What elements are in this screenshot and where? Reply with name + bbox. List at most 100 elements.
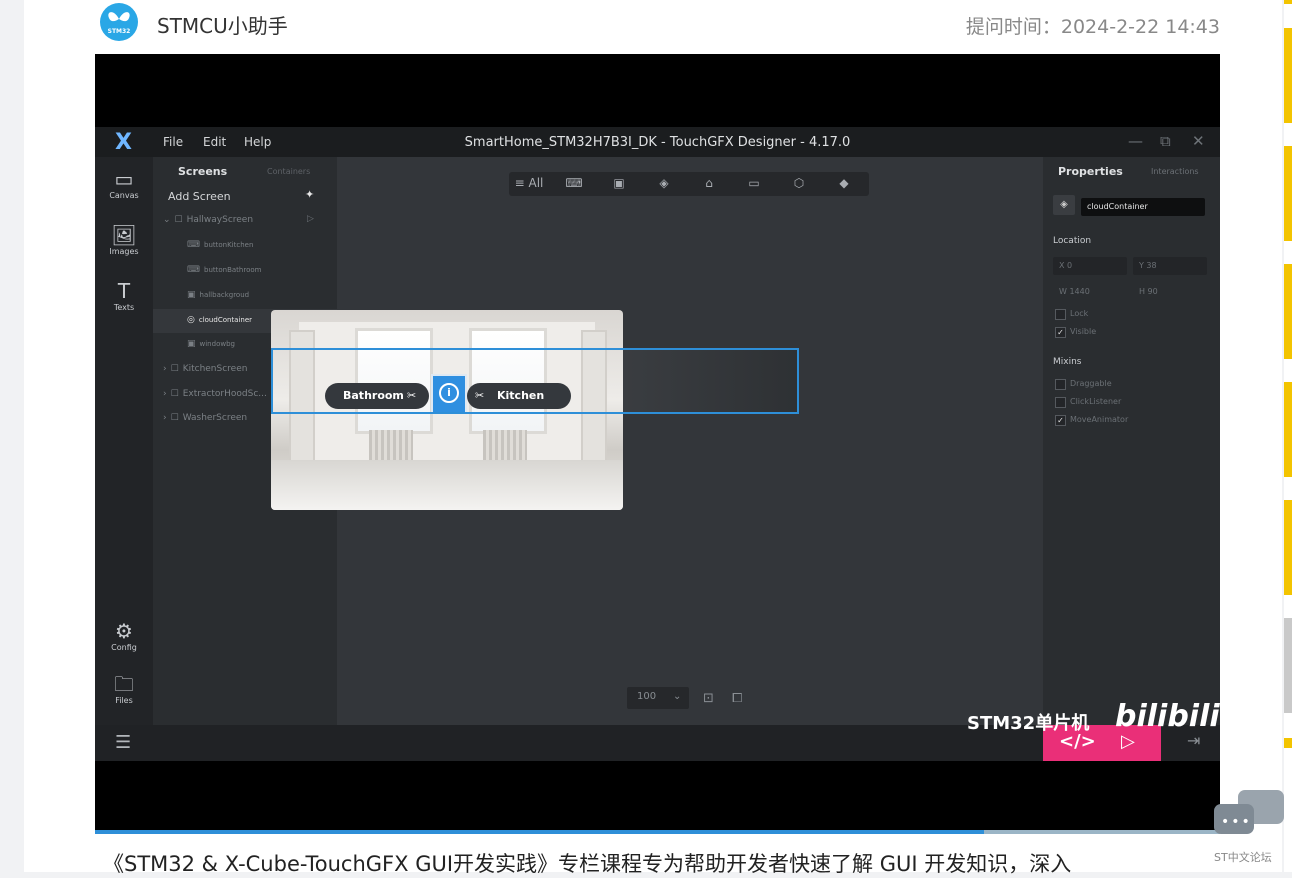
layers-widget-icon[interactable]: ◆ <box>824 176 864 190</box>
sidebar-strip <box>1284 738 1292 748</box>
image-icon: ▣ <box>187 339 196 349</box>
video-progress-bar[interactable] <box>95 830 1220 834</box>
x-field[interactable]: X 0 <box>1053 257 1127 275</box>
ellipsis-icon: ••• <box>1221 814 1252 830</box>
image-icon: ▣ <box>187 290 196 300</box>
draggable-label: Draggable <box>1070 379 1112 388</box>
mixins-label: Mixins <box>1053 357 1082 367</box>
st-forum-widget[interactable]: ••• ST中文论坛 <box>1212 788 1288 868</box>
touchgfx-window: X File Edit Help SmartHome_STM32H7B3I_DK… <box>95 127 1220 761</box>
radiator-right <box>483 430 527 460</box>
avatar-text: STM32 <box>107 28 131 35</box>
screen-icon: ☐ <box>170 364 179 374</box>
tree-label: WasherScreen <box>182 413 248 423</box>
name-field[interactable]: cloudContainer <box>1081 198 1205 216</box>
tree-item-buttonkitchen[interactable]: ⌨ buttonKitchen <box>187 240 253 250</box>
window-title: SmartHome_STM32H7B3I_DK - TouchGFX Desig… <box>464 135 851 150</box>
rail-files[interactable]: 🗀 Files <box>95 672 153 705</box>
tab-properties[interactable]: Properties <box>1058 165 1123 178</box>
height-field[interactable]: H 90 <box>1139 287 1158 296</box>
tree-item-hallwayscreen[interactable]: ⌄ ☐ HallwayScreen <box>163 215 253 225</box>
tree-label: cloudContainer <box>198 316 253 324</box>
tree-label: buttonKitchen <box>204 241 254 249</box>
tree-label: HallwayScreen <box>186 215 254 225</box>
sidebar-strip <box>1284 28 1292 123</box>
image-widget-icon[interactable]: ▣ <box>599 176 639 190</box>
button-widget-icon[interactable]: ⌨ <box>554 176 594 190</box>
y-field[interactable]: Y 38 <box>1133 257 1207 275</box>
caret-right-icon: › <box>163 413 167 423</box>
sidebar-strip <box>1284 0 1292 4</box>
selection-box[interactable] <box>271 348 799 414</box>
tree-label: ExtractorHoodSc... <box>182 389 267 399</box>
moveanimator-checkbox[interactable]: ✓ <box>1055 415 1066 426</box>
caret-right-icon: › <box>163 364 167 374</box>
tree-item-buttonbathroom[interactable]: ⌨ buttonBathroom <box>187 265 261 275</box>
text-widget-icon[interactable]: ▭ <box>734 176 774 190</box>
rail-label: Config <box>111 643 137 652</box>
add-screen-icon[interactable]: ✦ <box>305 188 314 201</box>
progress-fill <box>95 830 984 834</box>
tab-containers[interactable]: Containers <box>267 167 310 176</box>
rail-config[interactable]: ⚙ Config <box>95 619 153 652</box>
screen-icon: ☐ <box>170 389 179 399</box>
close-icon[interactable]: ✕ <box>1192 132 1205 150</box>
sidebar-strip <box>1284 146 1292 241</box>
rail-images[interactable]: 🖼 Images <box>95 223 153 256</box>
menu-icon[interactable]: ☰ <box>115 732 131 753</box>
author-name[interactable]: STMCU小助手 <box>157 10 288 39</box>
rail-canvas[interactable]: ▭ Canvas <box>95 167 153 200</box>
butterfly-logo-icon <box>108 12 130 22</box>
tree-item-cloudcontainer[interactable]: ◎ cloudContainer <box>187 315 252 325</box>
tree-label: windowbg <box>199 340 235 348</box>
sidebar-strip <box>1284 264 1292 359</box>
tab-screens[interactable]: Screens <box>178 165 227 178</box>
add-screen-label[interactable]: Add Screen <box>168 190 231 203</box>
zoom-select[interactable]: 100 ⌄ <box>627 687 689 709</box>
clicklistener-checkbox[interactable] <box>1055 397 1066 408</box>
image-icon: 🖼 <box>111 223 137 247</box>
rail-texts[interactable]: T Texts <box>95 279 153 312</box>
tree-label: buttonBathroom <box>204 266 262 274</box>
button-icon: ⌨ <box>187 240 200 250</box>
video-player[interactable]: X File Edit Help SmartHome_STM32H7B3I_DK… <box>95 54 1220 832</box>
tree-item-hallbackground[interactable]: ▣ hallbackgroud <box>187 290 249 300</box>
lock-checkbox[interactable] <box>1055 309 1066 320</box>
fit-screen-icon[interactable]: ⊡ <box>703 691 714 706</box>
tree-label: hallbackgroud <box>199 291 250 299</box>
tree-item-extractorhoodscreen[interactable]: › ☐ ExtractorHoodSc... <box>163 389 267 399</box>
post-description: 《STM32 & X-Cube-TouchGFX GUI开发实践》专栏课程专为帮… <box>103 852 1072 876</box>
container-widget-icon[interactable]: ◈ <box>644 176 684 190</box>
screen-icon: ☐ <box>174 215 183 225</box>
lock-label: Lock <box>1070 309 1089 318</box>
forum-label: ST中文论坛 <box>1214 851 1272 864</box>
tree-item-windowbg[interactable]: ▣ windowbg <box>187 339 235 349</box>
tree-label: KitchenScreen <box>182 364 248 374</box>
tree-item-kitchenscreen[interactable]: › ☐ KitchenScreen <box>163 364 247 374</box>
visible-checkbox[interactable]: ✓ <box>1055 327 1066 338</box>
maximize-icon[interactable]: ⧉ <box>1160 132 1171 150</box>
folder-icon: 🗀 <box>114 672 134 696</box>
radiator-left <box>369 430 413 460</box>
sidebar-strip <box>1284 382 1292 477</box>
channel-watermark: STM32单片机 <box>967 713 1090 734</box>
cube-widget-icon[interactable]: ⬡ <box>779 176 819 190</box>
minimize-icon[interactable]: — <box>1128 132 1143 150</box>
play-icon[interactable]: ▷ <box>307 214 314 224</box>
width-field[interactable]: W 1440 <box>1059 287 1090 296</box>
tree-item-washerscreen[interactable]: › ☐ WasherScreen <box>163 413 247 423</box>
tab-interactions[interactable]: Interactions <box>1151 167 1199 176</box>
crop-icon[interactable]: ⧠ <box>732 691 742 706</box>
zoom-value: 100 <box>637 691 657 702</box>
filter-all-button[interactable]: ≡ All <box>509 176 549 190</box>
draggable-checkbox[interactable] <box>1055 379 1066 390</box>
rail-label: Files <box>115 696 133 705</box>
author-avatar[interactable]: STM32 <box>100 3 138 41</box>
play-icon[interactable]: ▷ <box>1121 731 1135 752</box>
rail-label: Texts <box>113 303 135 312</box>
room-floor <box>271 460 623 510</box>
shape-widget-icon[interactable]: ⌂ <box>689 176 729 190</box>
caret-right-icon: › <box>163 389 167 399</box>
rail-label: Images <box>109 247 139 256</box>
button-icon: ⌨ <box>187 265 200 275</box>
